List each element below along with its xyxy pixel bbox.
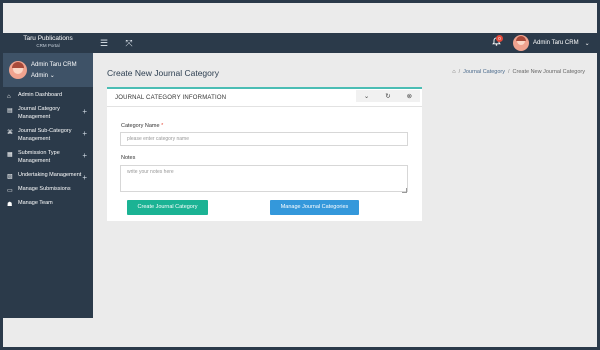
window-frame-top-inner: [3, 3, 597, 33]
card-header: JOURNAL CATEGORY INFORMATION ⌄ ↻ ⊗: [107, 89, 422, 107]
plus-icon[interactable]: +: [82, 150, 87, 162]
brand-subtitle: CRM Portal: [36, 42, 60, 48]
notes-label: Notes: [121, 155, 136, 161]
list-icon: ▭: [7, 187, 13, 194]
sidebar-item-manage-submissions[interactable]: ▭ Manage Submissions: [3, 183, 93, 197]
notes-textarea[interactable]: [120, 165, 408, 192]
category-name-label: Category Name *: [121, 123, 164, 129]
sidebar-item-journal-category[interactable]: ▤ Journal Category Management +: [3, 103, 93, 125]
sidebar-item-label: Journal Sub-Category Management: [18, 127, 72, 142]
top-navbar: Taru Publications CRM Portal ☰ ⤧ 0 Admin…: [3, 33, 597, 53]
sitemap-icon: ⌘: [7, 129, 13, 136]
topbar-username: Admin Taru CRM: [533, 40, 579, 46]
document-icon: ▤: [7, 107, 13, 114]
sidebar-nav: ⌂ Admin Dashboard ▤ Journal Category Man…: [3, 89, 93, 211]
create-journal-category-button[interactable]: Create Journal Category: [127, 200, 208, 215]
sidebar-item-undertaking[interactable]: ▧ Undertaking Management +: [3, 169, 93, 183]
chevron-down-icon: ⌄: [49, 73, 55, 79]
sidebar-item-manage-team[interactable]: ☗ Manage Team: [3, 197, 93, 211]
avatar: [9, 61, 27, 79]
sidebar-item-label: Manage Team: [18, 199, 53, 206]
plus-icon[interactable]: +: [82, 172, 87, 184]
breadcrumb-journal-category[interactable]: Journal Category: [463, 69, 505, 75]
plus-icon[interactable]: +: [82, 128, 87, 140]
breadcrumb: ⌂ / Journal Category / Create New Journa…: [452, 69, 585, 75]
chevron-down-icon[interactable]: ⌄: [360, 92, 374, 100]
brand-logo[interactable]: Taru Publications CRM Portal: [3, 33, 93, 53]
chevron-down-icon: ⌄: [584, 40, 590, 47]
file-edit-icon: ▧: [7, 173, 13, 180]
sidebar-item-label: Admin Dashboard: [18, 92, 63, 98]
sidebar-item-journal-sub-category[interactable]: ⌘ Journal Sub-Category Management +: [3, 125, 93, 147]
plus-icon[interactable]: +: [82, 106, 87, 118]
breadcrumb-separator: /: [458, 69, 461, 75]
resize-handle-icon[interactable]: [402, 188, 407, 193]
card-title: JOURNAL CATEGORY INFORMATION: [115, 95, 227, 101]
breadcrumb-current: Create New Journal Category: [512, 69, 585, 75]
sidebar-item-admin-dashboard[interactable]: ⌂ Admin Dashboard: [3, 89, 93, 103]
expand-icon[interactable]: ⤧: [123, 37, 135, 49]
window-frame-bottom: [3, 318, 597, 347]
sidebar-item-label: Manage Submissions: [18, 185, 71, 192]
sidebar-item-label: Journal Category Management: [18, 105, 60, 120]
manage-journal-categories-button[interactable]: Manage Journal Categories: [270, 200, 359, 215]
avatar: [513, 35, 529, 51]
brand-title: Taru Publications: [23, 35, 73, 42]
breadcrumb-separator: /: [508, 69, 510, 75]
sidebar-user-name: Admin Taru CRM: [31, 62, 77, 68]
refresh-icon[interactable]: ↻: [381, 92, 395, 100]
journal-category-card: JOURNAL CATEGORY INFORMATION ⌄ ↻ ⊗ Categ…: [107, 87, 422, 221]
sidebar-item-label: Submission Type Management: [18, 149, 60, 164]
home-icon: ⌂: [7, 94, 11, 100]
notification-badge: 0: [496, 35, 503, 42]
hamburger-icon[interactable]: ☰: [98, 37, 110, 49]
sidebar-user-role[interactable]: Admin ⌄: [31, 72, 55, 79]
window-frame-top: [0, 0, 600, 33]
user-menu[interactable]: Admin Taru CRM ⌄: [513, 35, 590, 51]
sidebar-item-label: Undertaking Management: [18, 171, 82, 178]
category-name-input[interactable]: [120, 132, 408, 146]
home-icon[interactable]: ⌂: [452, 69, 455, 75]
sidebar-user-panel: Admin Taru CRM Admin ⌄: [3, 53, 93, 87]
card-tools: ⌄ ↻ ⊗: [356, 90, 420, 102]
page-title: Create New Journal Category: [107, 68, 219, 78]
required-marker: *: [161, 123, 164, 129]
sidebar-item-submission-type[interactable]: ▦ Submission Type Management +: [3, 147, 93, 169]
file-icon: ▦: [7, 151, 13, 158]
sidebar: Admin Taru CRM Admin ⌄ ⌂ Admin Dashboard…: [3, 53, 93, 318]
close-icon[interactable]: ⊗: [402, 92, 416, 100]
main-content: Create New Journal Category ⌂ / Journal …: [93, 53, 597, 318]
users-icon: ☗: [7, 201, 13, 208]
